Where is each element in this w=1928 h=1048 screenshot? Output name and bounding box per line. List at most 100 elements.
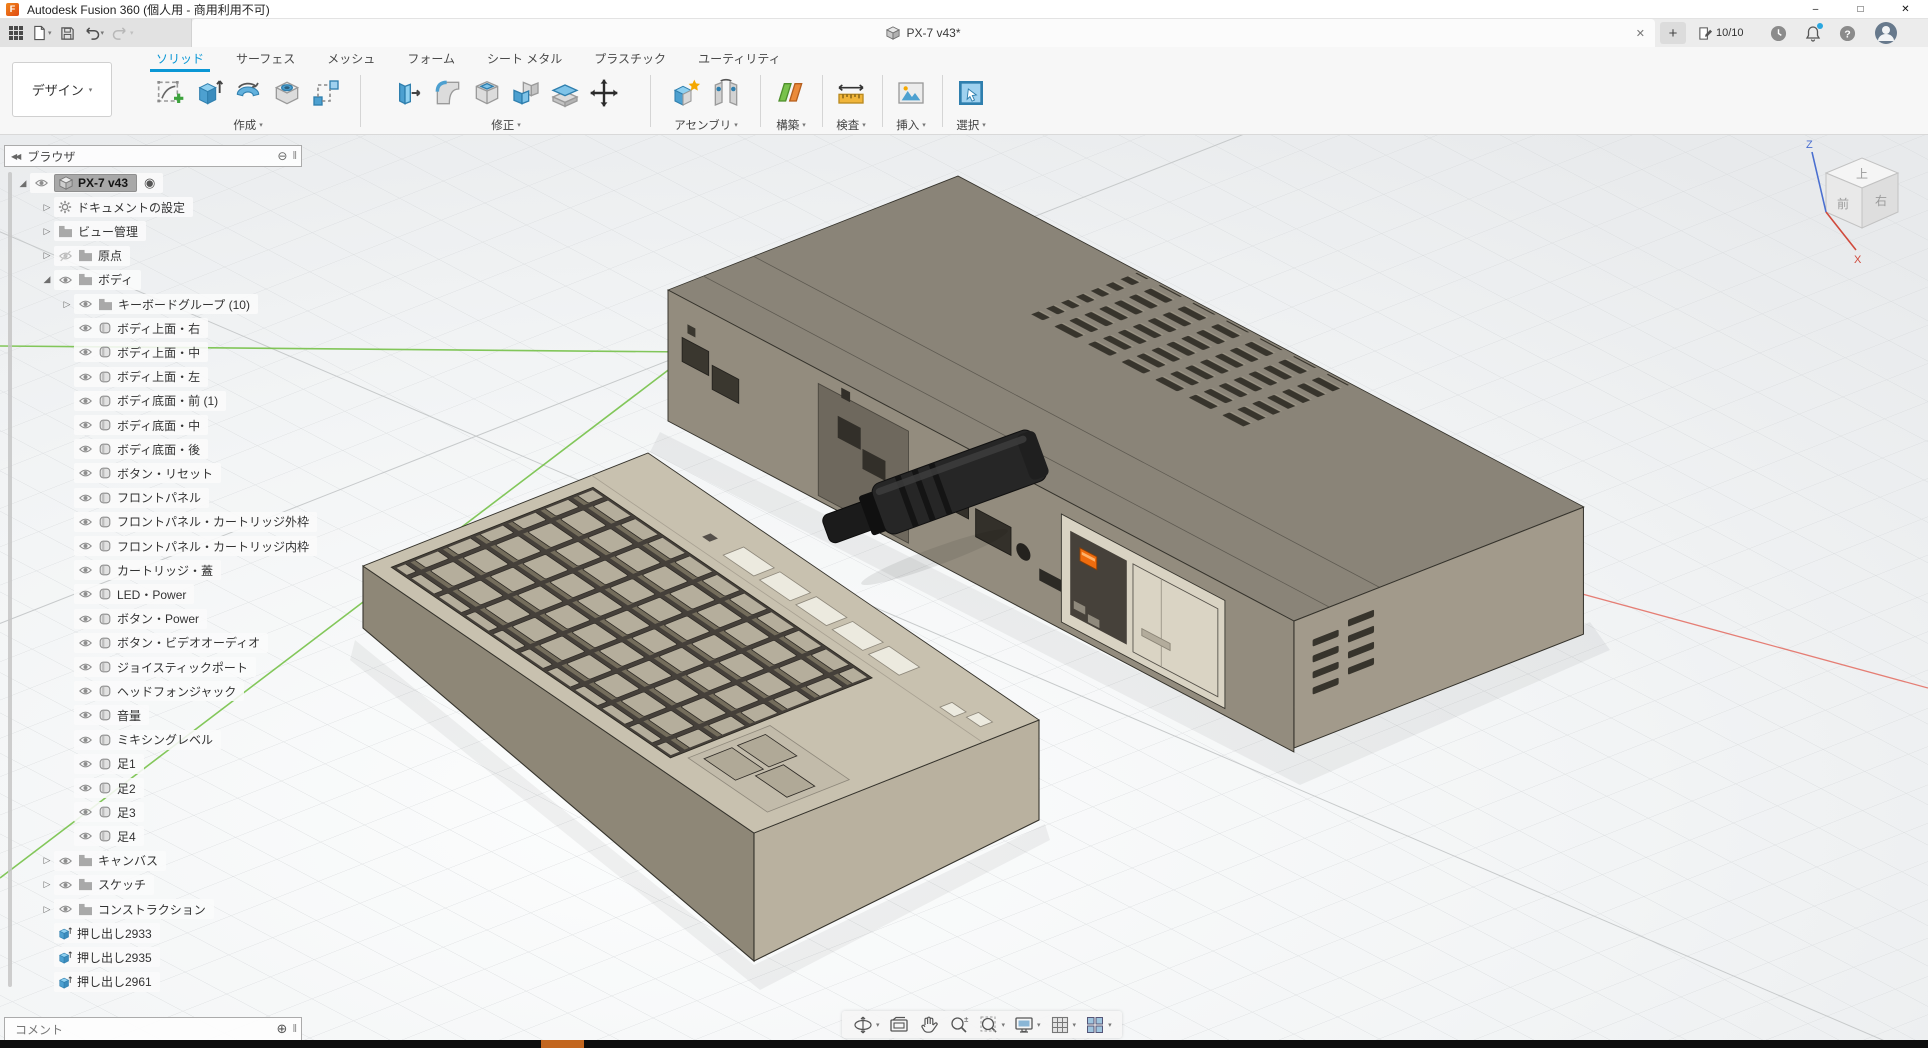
- tree-row[interactable]: 足4: [60, 826, 144, 846]
- move-icon[interactable]: [587, 76, 621, 110]
- visibility-on-icon[interactable]: [78, 466, 93, 480]
- expand-closed-icon[interactable]: ▷: [40, 879, 54, 890]
- tree-row[interactable]: フロントパネル・カートリッジ内枠: [60, 536, 317, 556]
- tree-row[interactable]: ボディ底面・前 (1): [60, 391, 226, 411]
- notifications-bell-icon[interactable]: [1805, 25, 1821, 42]
- tree-item-label[interactable]: ヘッドフォンジャック: [117, 683, 236, 700]
- visibility-on-icon[interactable]: [58, 878, 73, 892]
- group-create-label[interactable]: 作成▾: [233, 117, 263, 133]
- look-at-icon[interactable]: [888, 1014, 910, 1036]
- tree-item-label[interactable]: 足3: [117, 804, 136, 821]
- tree-row[interactable]: ▷ スケッチ: [40, 875, 154, 895]
- tree-row[interactable]: ミキシングレベル: [60, 730, 221, 750]
- tree-row[interactable]: ボタン・Power: [60, 609, 207, 629]
- visibility-on-icon[interactable]: [78, 442, 93, 456]
- tree-row[interactable]: 押し出し2933: [40, 923, 160, 943]
- visibility-on-icon[interactable]: [78, 805, 93, 819]
- tree-item-label[interactable]: ボディ底面・中: [117, 417, 200, 434]
- tree-item-label[interactable]: スケッチ: [98, 876, 146, 893]
- measure-icon[interactable]: [834, 76, 868, 110]
- minimize-button[interactable]: –: [1793, 0, 1838, 19]
- group-modify-label[interactable]: 修正▾: [491, 117, 521, 133]
- viewports-icon[interactable]: ▾: [1084, 1014, 1112, 1036]
- revolve-icon[interactable]: [231, 76, 265, 110]
- tree-row[interactable]: ▷ ドキュメントの設定: [40, 197, 193, 217]
- visibility-on-icon[interactable]: [78, 733, 93, 747]
- tree-item-label[interactable]: PX-7 v43: [78, 176, 128, 190]
- tree-item-label[interactable]: ボタン・リセット: [117, 465, 213, 482]
- tree-row[interactable]: ▷ 原点: [40, 246, 130, 266]
- expand-closed-icon[interactable]: ▷: [40, 202, 54, 213]
- tree-item-label[interactable]: ボディ底面・前 (1): [117, 392, 218, 409]
- tree-item-label[interactable]: ドキュメントの設定: [77, 199, 185, 216]
- tree-row[interactable]: ボディ上面・中: [60, 342, 208, 362]
- tree-row[interactable]: 足1: [60, 754, 144, 774]
- visibility-on-icon[interactable]: [78, 563, 93, 577]
- visibility-on-icon[interactable]: [78, 297, 93, 311]
- visibility-on-icon[interactable]: [78, 757, 93, 771]
- visibility-on-icon[interactable]: [78, 684, 93, 698]
- tab-mesh[interactable]: メッシュ: [311, 49, 391, 69]
- tree-item-label[interactable]: ボタン・Power: [117, 610, 199, 627]
- combine-icon[interactable]: [509, 76, 543, 110]
- tree-item-label[interactable]: ボタン・ビデオオーディオ: [117, 634, 260, 651]
- select-icon[interactable]: [954, 76, 988, 110]
- tree-item-label[interactable]: 足1: [117, 755, 136, 772]
- tree-item-label[interactable]: ボディ上面・左: [117, 368, 200, 385]
- offset-face-icon[interactable]: [548, 76, 582, 110]
- group-assemble-label[interactable]: アセンブリ▾: [674, 117, 737, 133]
- tree-row[interactable]: ボディ底面・後: [60, 439, 208, 459]
- viewcube-right-label[interactable]: 右: [1875, 193, 1887, 208]
- zoom-icon[interactable]: ±: [948, 1014, 970, 1036]
- expand-closed-icon[interactable]: ▷: [60, 299, 74, 310]
- tree-item-label[interactable]: 原点: [98, 247, 122, 264]
- visibility-on-icon[interactable]: [78, 321, 93, 335]
- visibility-on-icon[interactable]: [58, 902, 73, 916]
- create-sketch-icon[interactable]: [153, 76, 187, 110]
- tab-solid[interactable]: ソリッド: [140, 49, 220, 69]
- tree-item-label[interactable]: 押し出し2933: [77, 925, 152, 942]
- document-tab[interactable]: PX-7 v43* ✕: [192, 19, 1655, 47]
- tree-row[interactable]: ボディ底面・中: [60, 415, 208, 435]
- tree-row[interactable]: ◢PX-7 v43◉: [16, 173, 163, 193]
- insert-canvas-icon[interactable]: [894, 76, 928, 110]
- maximize-button[interactable]: □: [1838, 0, 1883, 19]
- tab-plastic[interactable]: プラスチック: [578, 49, 682, 69]
- tree-item-label[interactable]: ボディ底面・後: [117, 441, 200, 458]
- save-icon[interactable]: [58, 24, 77, 43]
- tree-item-label[interactable]: 音量: [117, 707, 141, 724]
- visibility-off-icon[interactable]: [58, 249, 73, 263]
- display-settings-icon[interactable]: ▾: [1013, 1014, 1041, 1036]
- user-avatar[interactable]: [1874, 21, 1898, 45]
- tree-row[interactable]: ボディ上面・右: [60, 318, 208, 338]
- tree-item-label[interactable]: 足4: [117, 828, 136, 845]
- tree-row[interactable]: ボタン・ビデオオーディオ: [60, 633, 268, 653]
- tree-row[interactable]: LED・Power: [60, 584, 194, 604]
- visibility-on-icon[interactable]: [78, 370, 93, 384]
- grid-settings-icon[interactable]: ▾: [1049, 1014, 1077, 1036]
- visibility-on-icon[interactable]: [78, 491, 93, 505]
- group-select-label[interactable]: 選択▾: [956, 117, 986, 133]
- shell-icon[interactable]: [470, 76, 504, 110]
- timeline-bar[interactable]: [0, 1040, 1928, 1048]
- job-clock-icon[interactable]: [1770, 25, 1787, 42]
- tree-row[interactable]: 足3: [60, 802, 144, 822]
- tree-row[interactable]: ジョイスティックポート: [60, 657, 256, 677]
- expand-open-icon[interactable]: ◢: [16, 178, 30, 189]
- tab-surface[interactable]: サーフェス: [220, 49, 311, 69]
- group-inspect-label[interactable]: 検査▾: [836, 117, 866, 133]
- press-pull-icon[interactable]: [392, 76, 426, 110]
- timeline-marker[interactable]: [541, 1040, 584, 1048]
- tree-item-label[interactable]: カートリッジ・蓋: [117, 562, 213, 579]
- window-zoom-icon[interactable]: ▾: [978, 1014, 1006, 1036]
- close-button[interactable]: ✕: [1883, 0, 1928, 19]
- visibility-on-icon[interactable]: [78, 418, 93, 432]
- visibility-on-icon[interactable]: [78, 829, 93, 843]
- app-grid-icon[interactable]: [6, 23, 26, 43]
- tree-item-label[interactable]: 押し出し2961: [77, 973, 152, 990]
- redo-icon[interactable]: ▾: [110, 24, 136, 43]
- expand-closed-icon[interactable]: ▷: [40, 250, 54, 261]
- hole-icon[interactable]: [270, 76, 304, 110]
- viewport-canvas[interactable]: 上 前 右 Z X ◀◀ ブラウザ ⊖ ‖ ◢PX-7 v43◉▷ドキュメントの…: [0, 135, 1928, 1040]
- help-icon[interactable]: ?: [1839, 25, 1856, 42]
